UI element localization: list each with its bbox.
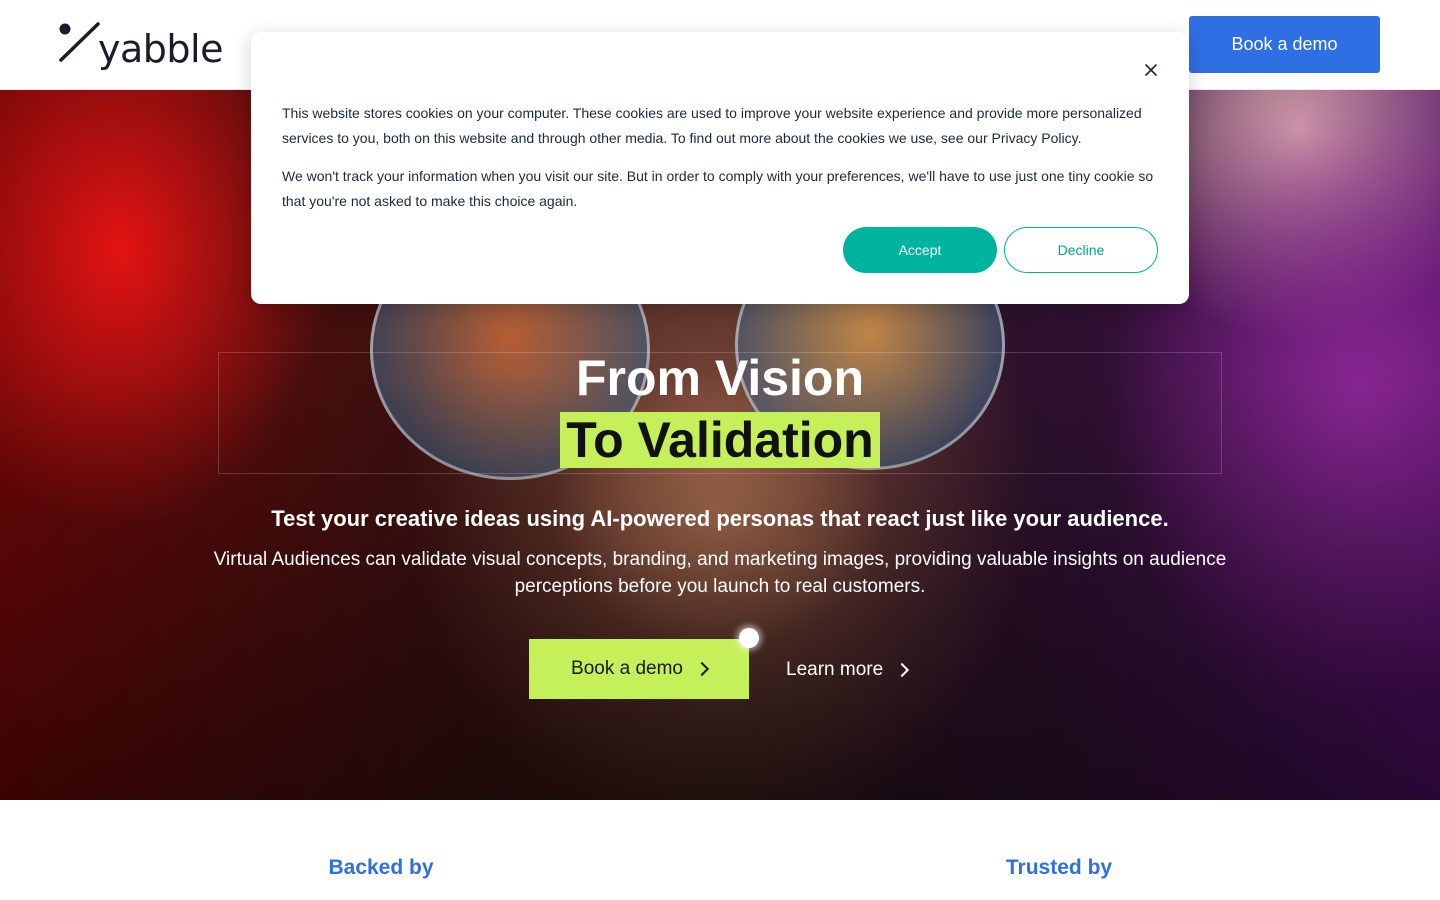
logo-mark-icon (58, 20, 102, 70)
hero-title: From Vision To Validation (0, 350, 1440, 468)
cookie-decline-button[interactable]: Decline (1004, 227, 1158, 273)
cookie-consent-dialog: This website stores cookies on your comp… (251, 32, 1189, 304)
close-icon[interactable] (1141, 60, 1161, 80)
hero-title-line2: To Validation (560, 412, 880, 468)
chevron-right-icon (694, 661, 710, 677)
backed-by-heading: Backed by (328, 856, 434, 879)
yabble-logo[interactable]: yabble (58, 18, 223, 72)
learn-more-label: Learn more (786, 659, 884, 680)
hero-subtitle: Test your creative ideas using AI-powere… (271, 506, 1169, 531)
mouse-cursor-indicator (739, 628, 759, 648)
hero-book-demo-button[interactable]: Book a demo (529, 639, 749, 699)
hero-book-demo-label: Book a demo (571, 658, 683, 679)
hero-title-line1: From Vision (575, 350, 864, 406)
logo-text: yabble (98, 27, 223, 71)
cookie-accept-button[interactable]: Accept (843, 227, 997, 273)
header-book-demo-button[interactable]: Book a demo (1189, 16, 1380, 73)
hero-description: Virtual Audiences can validate visual co… (213, 549, 1227, 597)
chevron-right-icon (895, 662, 910, 678)
learn-more-link[interactable]: Learn more (786, 656, 910, 684)
cookie-text-secondary: We won't track your information when you… (282, 168, 1154, 209)
cookie-text-primary: This website stores cookies on your comp… (282, 105, 1142, 146)
trusted-by-heading: Trusted by (1005, 856, 1113, 879)
